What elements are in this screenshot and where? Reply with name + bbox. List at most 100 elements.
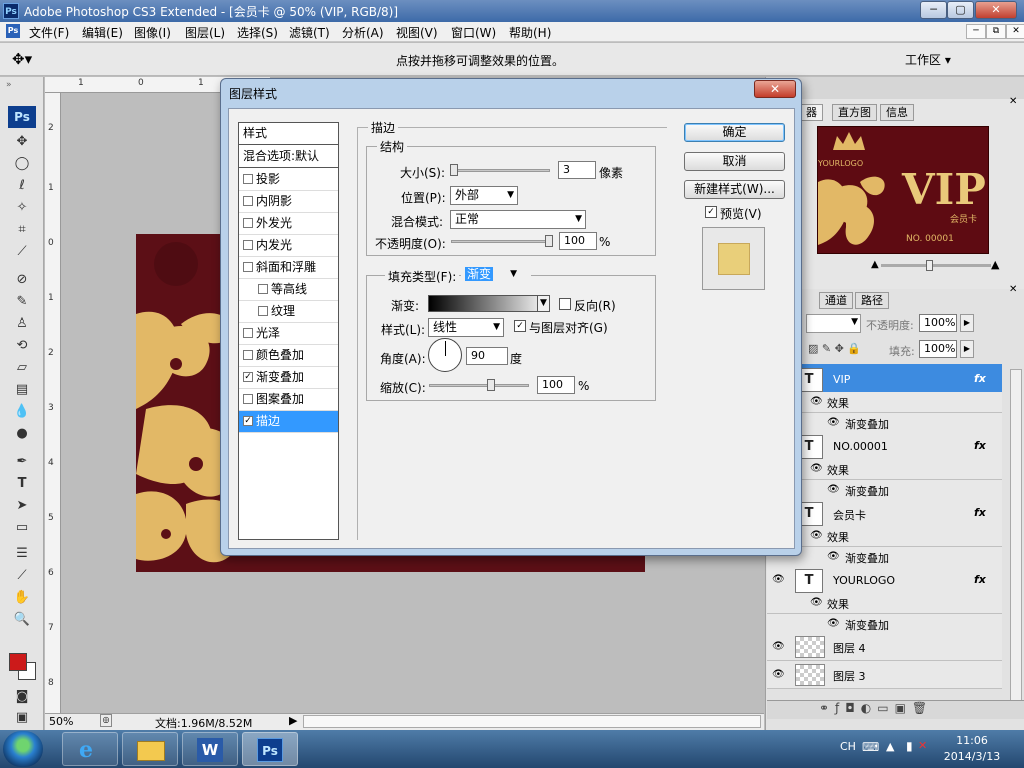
checkbox[interactable] <box>258 305 268 316</box>
crop-tool-icon[interactable]: ⌗ <box>12 222 32 240</box>
path-select-icon[interactable]: ➤ <box>12 498 32 516</box>
lock-icons[interactable]: ▨ ✎ ✥ 🔒 <box>808 342 861 355</box>
gradient-tool-icon[interactable]: ▤ <box>12 382 32 400</box>
eyedropper-tool-icon[interactable]: ⟋ <box>12 244 32 262</box>
status-menu-icon[interactable]: ◎ <box>100 714 112 727</box>
navigator-thumbnail[interactable]: YOURLOGO VIP 会员卡 NO. 00001 <box>817 126 989 254</box>
menu-filter[interactable]: 滤镜(T) <box>289 24 330 41</box>
blend-mode-dropdown[interactable]: 正常 ▼ <box>450 210 586 229</box>
dialog-close-button[interactable]: ✕ <box>754 80 796 98</box>
style-item-inner-glow[interactable]: 内发光 <box>239 235 338 257</box>
language-indicator[interactable]: CH <box>840 740 856 753</box>
new-style-button[interactable]: 新建样式(W)... <box>684 180 785 199</box>
style-item-pattern-overlay[interactable]: 图案叠加 <box>239 389 338 411</box>
checkbox[interactable] <box>243 349 253 360</box>
ok-button[interactable]: 确定 <box>684 123 785 142</box>
preview-checkbox[interactable]: ✓ <box>705 206 717 218</box>
fill-arrow-icon[interactable]: ▶ <box>960 340 974 358</box>
checkbox[interactable] <box>243 195 253 206</box>
zoom-in-icon[interactable]: ▲ <box>991 258 999 271</box>
menu-layer[interactable]: 图层(L) <box>185 24 225 41</box>
reverse-checkbox[interactable] <box>559 298 571 310</box>
scale-field[interactable]: 100 <box>537 376 575 394</box>
document-icon[interactable]: Ps <box>6 24 20 38</box>
layer-name[interactable]: NO.00001 <box>833 440 888 453</box>
style-item-color-overlay[interactable]: 颜色叠加 <box>239 345 338 367</box>
layer-effects-row[interactable]: 👁 效果 <box>767 593 1002 614</box>
eye-icon[interactable]: 👁 <box>827 551 840 562</box>
menu-window[interactable]: 窗口(W) <box>451 24 496 41</box>
style-item-satin[interactable]: 光泽 <box>239 323 338 345</box>
taskbar-photoshop-button[interactable]: Ps <box>242 732 298 766</box>
marquee-tool-icon[interactable]: ◯ <box>12 156 32 174</box>
scale-slider[interactable] <box>429 384 529 387</box>
move-tool-preset-icon[interactable]: ✥▾ <box>12 50 32 68</box>
eye-icon[interactable]: 👁 <box>772 669 785 680</box>
doc-minimize-button[interactable]: ─ <box>966 24 986 39</box>
eye-icon[interactable]: 👁 <box>810 530 823 541</box>
doc-restore-button[interactable]: ⧉ <box>986 24 1006 39</box>
style-item-texture[interactable]: 纹理 <box>239 301 338 323</box>
size-slider-thumb[interactable] <box>450 164 458 176</box>
opacity-slider[interactable] <box>451 240 551 243</box>
layer-effects-row[interactable]: 👁 效果 <box>767 392 1002 413</box>
blending-options[interactable]: 混合选项:默认 <box>239 146 338 168</box>
foreground-color-swatch[interactable] <box>9 653 27 671</box>
start-button[interactable] <box>3 731 43 767</box>
keyboard-icon[interactable]: ⌨ <box>862 740 879 754</box>
layer-opacity-field[interactable]: 100% <box>919 314 957 332</box>
style-item-drop-shadow[interactable]: 投影 <box>239 169 338 191</box>
layer-name[interactable]: YOURLOGO <box>833 574 895 587</box>
fill-type-dropdown[interactable]: 渐变 ▼ <box>461 266 531 285</box>
eye-icon[interactable]: 👁 <box>827 484 840 495</box>
angle-field[interactable]: 90 <box>466 347 508 365</box>
style-item-contour[interactable]: 等高线 <box>239 279 338 301</box>
scale-slider-thumb[interactable] <box>487 379 495 391</box>
eye-icon[interactable]: 👁 <box>810 396 823 407</box>
menu-analysis[interactable]: 分析(A) <box>342 24 384 41</box>
close-button[interactable]: ✕ <box>975 1 1017 19</box>
eraser-tool-icon[interactable]: ▱ <box>12 360 32 378</box>
opacity-slider-thumb[interactable] <box>545 235 553 247</box>
style-item-bevel-emboss[interactable]: 斜面和浮雕 <box>239 257 338 279</box>
tab-histogram[interactable]: 直方图 <box>832 104 877 121</box>
network-icon[interactable]: ▮ <box>906 739 913 753</box>
tab-channels[interactable]: 通道 <box>819 292 853 309</box>
menu-image[interactable]: 图像(I) <box>134 24 171 41</box>
eye-icon[interactable]: 👁 <box>827 417 840 428</box>
eye-icon[interactable]: 👁 <box>827 618 840 629</box>
horizontal-scrollbar[interactable] <box>303 715 761 728</box>
layers-footer-icons[interactable]: ⚭ƒ◘◐▭▣🗑 <box>767 700 1024 719</box>
history-brush-icon[interactable]: ⟲ <box>12 338 32 356</box>
layer-row-layer4[interactable]: 👁 图层 4 <box>767 633 1002 661</box>
eye-icon[interactable]: 👁 <box>772 641 785 652</box>
quick-mask-icon[interactable]: ◙ <box>12 689 32 707</box>
menu-help[interactable]: 帮助(H) <box>509 24 551 41</box>
clone-stamp-icon[interactable]: ♙ <box>12 316 32 334</box>
layer-name[interactable]: VIP <box>833 373 850 386</box>
menu-file[interactable]: 文件(F) <box>29 24 69 41</box>
nav-zoom-slider[interactable] <box>881 264 991 267</box>
move-tool-icon[interactable]: ✥ <box>12 134 32 152</box>
shape-tool-icon[interactable]: ▭ <box>12 520 32 538</box>
blur-tool-icon[interactable]: 💧 <box>12 404 32 422</box>
hand-tool-icon[interactable]: ✋ <box>12 590 32 608</box>
panel-close-icon[interactable]: ✕ <box>1009 96 1017 107</box>
checkbox[interactable] <box>243 327 253 338</box>
style-item-gradient-overlay[interactable]: ✓ 渐变叠加 <box>239 367 338 389</box>
position-dropdown[interactable]: 外部 ▼ <box>450 186 518 205</box>
fx-icon[interactable]: fx <box>974 506 986 519</box>
layer-name[interactable]: 图层 4 <box>833 640 866 656</box>
tab-navigator[interactable]: 器 <box>800 104 823 121</box>
checkbox-checked[interactable]: ✓ <box>243 415 253 426</box>
checkbox[interactable] <box>243 217 253 228</box>
eye-icon[interactable]: 👁 <box>810 463 823 474</box>
styles-header[interactable]: 样式 <box>239 123 338 145</box>
blend-mode-dropdown[interactable]: ▼ <box>806 314 861 333</box>
healing-brush-icon[interactable]: ⊘ <box>12 272 32 290</box>
tray-expand-icon[interactable]: ▲ <box>886 740 894 753</box>
style-dropdown[interactable]: 线性 ▼ <box>428 318 504 337</box>
style-item-inner-shadow[interactable]: 内阴影 <box>239 191 338 213</box>
size-slider[interactable] <box>450 169 550 172</box>
taskbar-explorer-button[interactable] <box>122 732 178 766</box>
